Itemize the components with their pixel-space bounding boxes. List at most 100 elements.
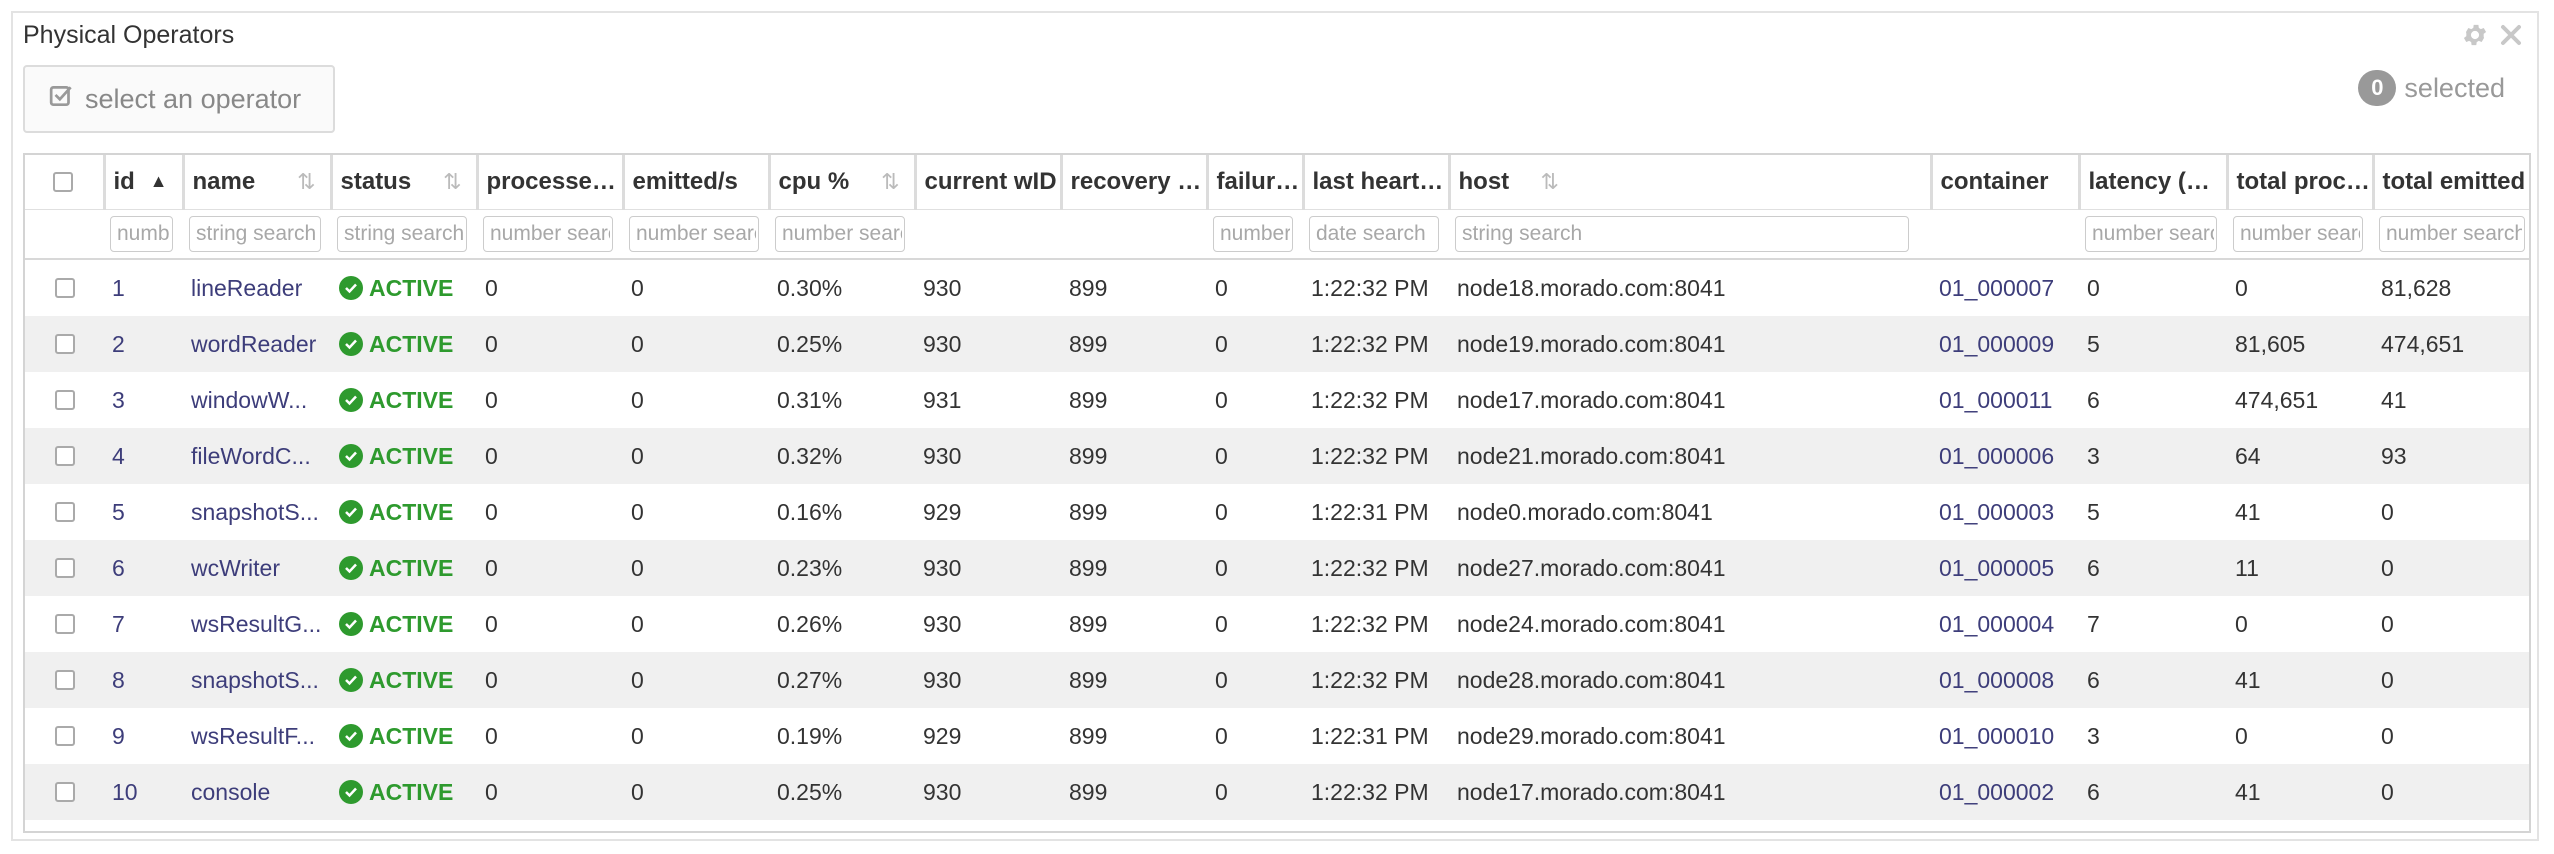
table-row[interactable]: 7 wsResultG... ACTIVE 0 0 0.26% 930 899 …: [25, 596, 2529, 652]
operator-name-link[interactable]: wsResultF...: [191, 723, 315, 749]
container-link[interactable]: 01_000005: [1939, 555, 2054, 581]
col-header-id[interactable]: id ▲: [104, 155, 185, 210]
col-header-processed[interactable]: processed/s: [477, 155, 625, 210]
container-link[interactable]: 01_000010: [1939, 723, 2054, 749]
table-row[interactable]: 3 windowW... ACTIVE 0 0 0.31% 931 899 0 …: [25, 372, 2529, 428]
operator-id-link[interactable]: 5: [112, 499, 125, 525]
physical-operators-panel: Physical Operators select an operator 0 …: [11, 11, 2539, 841]
sort-icon[interactable]: ⇅: [443, 169, 461, 195]
operator-id-link[interactable]: 6: [112, 555, 125, 581]
col-header-current-wid[interactable]: current wID: [915, 155, 1063, 210]
status-badge: ACTIVE: [339, 499, 477, 526]
container-link[interactable]: 01_000007: [1939, 275, 2054, 301]
col-header-latency[interactable]: latency (ms): [2079, 155, 2229, 210]
filter-total-emitted[interactable]: [2379, 216, 2525, 252]
table-row[interactable]: 9 wsResultF... ACTIVE 0 0 0.19% 929 899 …: [25, 708, 2529, 764]
operator-name-link[interactable]: wsResultG...: [191, 611, 321, 637]
row-select-cell: [25, 764, 104, 820]
col-header-last-heartbeat[interactable]: last heartbeat: [1303, 155, 1451, 210]
filter-emitted[interactable]: [629, 216, 759, 252]
row-checkbox[interactable]: [55, 558, 75, 578]
total-processed-cell: 41: [2227, 764, 2373, 820]
sort-icon[interactable]: ⇅: [1541, 169, 1559, 195]
operator-id-link[interactable]: 8: [112, 667, 125, 693]
table-row[interactable]: 5 snapshotS... ACTIVE 0 0 0.16% 929 899 …: [25, 484, 2529, 540]
sort-icon[interactable]: ⇅: [881, 169, 899, 195]
failures-cell: 0: [1215, 610, 1228, 637]
container-link[interactable]: 01_000008: [1939, 667, 2054, 693]
filter-failures[interactable]: [1213, 216, 1293, 252]
sort-asc-icon[interactable]: ▲: [150, 171, 168, 192]
operator-id-link[interactable]: 4: [112, 443, 125, 469]
col-header-host[interactable]: host ⇅: [1449, 155, 1933, 210]
container-link[interactable]: 01_000006: [1939, 443, 2054, 469]
select-all-checkbox[interactable]: [53, 172, 73, 192]
col-header-failures[interactable]: failures: [1207, 155, 1305, 210]
row-checkbox[interactable]: [55, 614, 75, 634]
operator-id-link[interactable]: 7: [112, 611, 125, 637]
host-cell: node17.morado.com:8041: [1449, 764, 1931, 820]
filter-id[interactable]: [110, 216, 173, 252]
current-wid-cell: 930: [915, 428, 1061, 484]
close-icon[interactable]: [2499, 23, 2523, 47]
heartbeat-cell: 1:22:32 PM: [1311, 386, 1429, 413]
col-header-total-emitted[interactable]: total emitted: [2373, 155, 2529, 210]
operator-id-link[interactable]: 3: [112, 387, 125, 413]
row-checkbox[interactable]: [55, 446, 75, 466]
status-label: ACTIVE: [369, 610, 454, 637]
select-operator-button[interactable]: select an operator: [23, 65, 335, 133]
table-row[interactable]: 4 fileWordC... ACTIVE 0 0 0.32% 930 899 …: [25, 428, 2529, 484]
total-emitted-cell: 41: [2381, 386, 2407, 413]
filter-last-heartbeat[interactable]: [1309, 216, 1439, 252]
container-link[interactable]: 01_000009: [1939, 331, 2054, 357]
operator-name-link[interactable]: wordReader: [191, 331, 316, 357]
row-checkbox[interactable]: [55, 502, 75, 522]
operator-name-link[interactable]: lineReader: [191, 275, 302, 301]
current-wid-cell: 930: [915, 764, 1061, 820]
table-row[interactable]: 1 lineReader ACTIVE 0 0 0.30% 930 899 0 …: [25, 259, 2529, 316]
operator-name-link[interactable]: snapshotS...: [191, 499, 319, 525]
col-header-container[interactable]: container: [1931, 155, 2081, 210]
container-link[interactable]: 01_000011: [1939, 387, 2052, 413]
operator-id-link[interactable]: 1: [112, 275, 125, 301]
filter-cpu[interactable]: [775, 216, 905, 252]
col-header-name[interactable]: name ⇅: [183, 155, 333, 210]
col-header-total-processed[interactable]: total processed: [2227, 155, 2375, 210]
table-row[interactable]: 6 wcWriter ACTIVE 0 0 0.23% 930 899 0 1:…: [25, 540, 2529, 596]
col-header-emitted[interactable]: emitted/s: [623, 155, 771, 210]
row-checkbox[interactable]: [55, 390, 75, 410]
table-row[interactable]: 8 snapshotS... ACTIVE 0 0 0.27% 930 899 …: [25, 652, 2529, 708]
table-row[interactable]: 2 wordReader ACTIVE 0 0 0.25% 930 899 0 …: [25, 316, 2529, 372]
filter-host[interactable]: [1455, 216, 1909, 252]
container-link[interactable]: 01_000002: [1939, 779, 2054, 805]
filter-processed[interactable]: [483, 216, 613, 252]
sort-icon[interactable]: ⇅: [297, 169, 315, 195]
col-header-recovery-wid[interactable]: recovery wID: [1061, 155, 1209, 210]
filter-latency[interactable]: [2085, 216, 2217, 252]
filter-status[interactable]: [337, 216, 467, 252]
filter-total-processed[interactable]: [2233, 216, 2363, 252]
filter-name[interactable]: [189, 216, 321, 252]
selected-badge: 0: [2358, 70, 2397, 106]
operator-name-link[interactable]: snapshotS...: [191, 667, 319, 693]
operator-id-link[interactable]: 10: [112, 779, 138, 805]
operator-id-link[interactable]: 9: [112, 723, 125, 749]
gear-icon[interactable]: [2461, 21, 2489, 49]
row-checkbox[interactable]: [55, 782, 75, 802]
current-wid-cell: 930: [915, 540, 1061, 596]
table-row[interactable]: 10 console ACTIVE 0 0 0.25% 930 899 0 1:…: [25, 764, 2529, 820]
col-header-cpu[interactable]: cpu % ⇅: [769, 155, 917, 210]
row-checkbox[interactable]: [55, 278, 75, 298]
operator-name-link[interactable]: console: [191, 779, 270, 805]
operator-name-link[interactable]: wcWriter: [191, 555, 280, 581]
operator-name-link[interactable]: windowW...: [191, 387, 307, 413]
host-cell: node17.morado.com:8041: [1457, 386, 1726, 413]
row-checkbox[interactable]: [55, 726, 75, 746]
container-link[interactable]: 01_000003: [1939, 499, 2054, 525]
operator-id-link[interactable]: 2: [112, 331, 125, 357]
row-checkbox[interactable]: [55, 670, 75, 690]
col-header-status[interactable]: status ⇅: [331, 155, 479, 210]
container-link[interactable]: 01_000004: [1939, 611, 2054, 637]
operator-name-link[interactable]: fileWordC...: [191, 443, 311, 469]
row-checkbox[interactable]: [55, 334, 75, 354]
